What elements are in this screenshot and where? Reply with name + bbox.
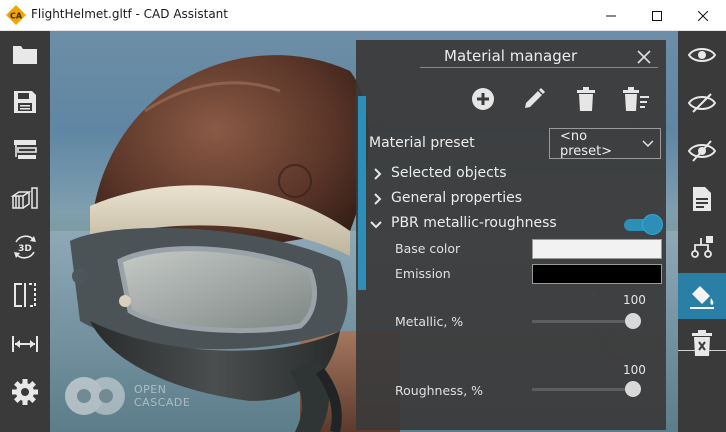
delete-unused-materials-icon xyxy=(623,87,649,111)
delete-button[interactable] xyxy=(678,321,726,365)
selected-objects-section[interactable]: Selected objects xyxy=(391,165,507,181)
chevron-down-icon xyxy=(642,140,654,147)
general-properties-section[interactable]: General properties xyxy=(391,190,522,206)
emission-color-swatch[interactable] xyxy=(532,264,662,284)
title-underline xyxy=(420,67,658,68)
hierarchy-button[interactable] xyxy=(678,225,726,269)
slider-track xyxy=(532,388,640,391)
svg-text:CA: CA xyxy=(10,12,23,21)
maximize-icon xyxy=(652,10,662,21)
edit-material-icon xyxy=(525,88,545,108)
close-window-button[interactable] xyxy=(680,0,726,31)
clipping-plane-icon xyxy=(14,283,36,307)
close-icon xyxy=(637,50,651,64)
right-toolbar xyxy=(678,31,726,432)
add-material-button[interactable] xyxy=(469,85,497,113)
settings-gear-icon xyxy=(12,379,38,405)
chevron-right-icon xyxy=(374,168,382,180)
properties-document-icon xyxy=(693,187,711,211)
delete-icon xyxy=(692,330,712,356)
hide-icon xyxy=(688,93,716,113)
show-icon xyxy=(688,48,716,62)
hide-button[interactable] xyxy=(678,81,726,125)
metallic-label: Metallic, % xyxy=(395,314,464,329)
delete-material-button[interactable] xyxy=(572,85,600,113)
emission-label: Emission xyxy=(395,266,451,281)
3d-view-button[interactable]: 3D xyxy=(0,225,50,269)
model-tree-icon xyxy=(14,140,37,159)
roughness-label: Roughness, % xyxy=(395,383,484,398)
logo-line-2: CASCADE xyxy=(134,396,191,409)
roughness-slider[interactable] xyxy=(532,381,641,397)
3d-view-icon: 3D xyxy=(14,235,36,259)
hierarchy-icon xyxy=(691,236,713,258)
metallic-slider[interactable] xyxy=(532,313,641,329)
explode-view-icon xyxy=(11,187,38,209)
minimize-icon xyxy=(606,15,616,16)
show-only-button[interactable] xyxy=(678,129,726,173)
close-panel-button[interactable] xyxy=(636,49,652,65)
slider-track xyxy=(532,320,640,323)
properties-button[interactable] xyxy=(678,177,726,221)
base-color-label: Base color xyxy=(395,241,461,256)
chevron-right-icon xyxy=(374,193,382,205)
minimize-button[interactable] xyxy=(588,0,634,31)
left-toolbar: 3D xyxy=(0,31,50,432)
chevron-down-icon xyxy=(370,221,382,229)
svg-text:3D: 3D xyxy=(18,244,32,254)
material-preset-label: Material preset xyxy=(369,135,475,151)
open-cascade-logo: OPEN CASCADE xyxy=(62,374,190,418)
explode-view-button[interactable] xyxy=(0,177,50,221)
toggle-knob xyxy=(642,214,663,235)
clipping-plane-button[interactable] xyxy=(0,273,50,317)
open-folder-icon xyxy=(13,46,37,64)
maximize-button[interactable] xyxy=(634,0,680,31)
app-logo-icon: CA xyxy=(6,5,26,25)
material-manager-panel xyxy=(356,40,666,430)
edit-material-button[interactable] xyxy=(520,85,548,113)
metallic-value: 100 xyxy=(623,293,646,307)
material-manager-title: Material manager xyxy=(444,47,578,65)
pbr-toggle[interactable] xyxy=(624,214,663,235)
slider-handle[interactable] xyxy=(625,313,641,329)
save-icon xyxy=(14,91,36,113)
delete-material-icon xyxy=(577,87,595,111)
panel-accent-bar xyxy=(358,96,366,290)
save-button[interactable] xyxy=(0,80,50,124)
close-icon xyxy=(698,10,708,21)
measure-icon xyxy=(12,336,38,352)
title-bar: CA FlightHelmet.gltf - CAD Assistant xyxy=(0,0,726,31)
add-material-icon xyxy=(472,88,494,110)
pbr-section[interactable]: PBR metallic-roughness xyxy=(391,215,557,231)
open-file-button[interactable] xyxy=(0,32,50,76)
model-tree-button[interactable] xyxy=(0,128,50,172)
preset-value: <no preset> xyxy=(560,128,613,159)
show-button[interactable] xyxy=(678,33,726,77)
delete-unused-materials-button[interactable] xyxy=(622,85,650,113)
slider-handle[interactable] xyxy=(625,381,641,397)
measure-button[interactable] xyxy=(0,322,50,366)
window-title: FlightHelmet.gltf - CAD Assistant xyxy=(31,7,228,21)
roughness-value: 100 xyxy=(623,363,646,377)
logo-line-1: OPEN xyxy=(134,383,167,396)
material-preset-dropdown[interactable]: <no preset> xyxy=(549,128,661,159)
show-only-icon xyxy=(688,140,716,162)
base-color-swatch[interactable] xyxy=(532,239,662,259)
material-manager-button[interactable] xyxy=(678,273,726,319)
material-paint-bucket-icon xyxy=(690,286,714,309)
open-cascade-logo-icon xyxy=(65,377,125,415)
settings-button[interactable] xyxy=(0,370,50,414)
